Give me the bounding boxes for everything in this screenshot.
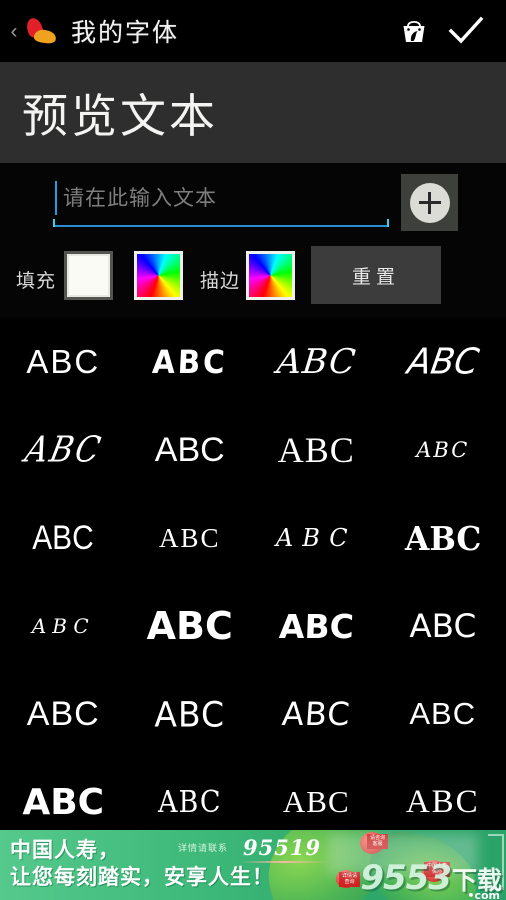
font-sample-cell[interactable]: ABC — [0, 670, 127, 758]
font-sample-text: ABC — [278, 606, 355, 646]
font-sample-cell[interactable]: ABC — [253, 406, 380, 494]
font-sample-text: ABC — [409, 607, 477, 645]
font-sample-cell[interactable]: ABC — [380, 406, 506, 494]
font-sample-text: ABC — [158, 522, 221, 553]
font-sample-text: ABC — [26, 343, 101, 380]
font-sample-cell[interactable]: ABC — [127, 758, 254, 830]
font-sample-text: ABC — [22, 781, 105, 823]
font-sample-text: ABC — [154, 430, 225, 469]
font-sample-text: ABC — [151, 343, 229, 381]
preview-text-input[interactable]: 请在此输入文本 — [53, 175, 389, 227]
shop-basket-button[interactable] — [388, 5, 440, 57]
banner-headline: 中国人寿， 让您每刻踏实，安享人生！ — [10, 837, 274, 891]
banner-contact-text: 详情请联系 — [178, 844, 229, 854]
add-text-button[interactable] — [401, 174, 458, 231]
font-sample-cell[interactable]: ABC — [127, 582, 254, 670]
font-sample-cell[interactable]: ABC — [380, 318, 506, 406]
logo-petal-orange — [33, 28, 57, 45]
font-sample-text: ABC — [282, 784, 350, 819]
font-sample-cell[interactable]: ABC — [380, 494, 506, 582]
text-caret — [55, 181, 57, 215]
back-button[interactable]: ‹ — [6, 16, 22, 46]
banner-hotline-underline — [240, 861, 328, 863]
confirm-button[interactable] — [440, 5, 492, 57]
preview-text-section-header: 预览文本 — [0, 62, 506, 163]
stroke-gradient-color-swatch[interactable] — [246, 251, 295, 300]
banner-ad[interactable]: 请咨询 客服 中国人寿 保险 详情请 查询 中国人寿， 让您每刻踏实，安享人生！… — [0, 830, 506, 900]
font-sample-text: ABC — [26, 694, 100, 733]
font-sample-cell[interactable]: ABC — [127, 494, 254, 582]
reset-button[interactable]: 重置 — [311, 246, 441, 304]
fill-gradient-color-swatch[interactable] — [134, 251, 183, 300]
font-sample-text: ABC — [146, 604, 233, 648]
app-title: 我的字体 — [71, 18, 180, 47]
font-sample-cell[interactable]: ABC — [127, 406, 254, 494]
banner-tag-3: 详情请 查询 — [338, 872, 360, 887]
font-sample-text: ABC — [404, 341, 482, 383]
font-sample-text: ABC — [32, 518, 95, 557]
shop-basket-icon — [403, 20, 425, 42]
font-sample-text: ABC — [404, 518, 481, 558]
font-sample-cell[interactable]: ABC — [380, 758, 506, 830]
font-sample-cell[interactable]: ABC — [127, 670, 254, 758]
app-logo-icon — [21, 16, 57, 46]
banner-hotline-number: 95519 — [243, 835, 322, 860]
font-sample-cell[interactable]: ABC — [253, 758, 380, 830]
preview-input-placeholder: 请在此输入文本 — [63, 186, 217, 210]
font-sample-cell[interactable]: ABC — [0, 494, 127, 582]
font-sample-cell[interactable]: ABC — [380, 670, 506, 758]
font-sample-cell[interactable]: ABC — [127, 318, 254, 406]
font-sample-text: ABC — [21, 429, 106, 471]
stroke-label: 描边 — [200, 270, 241, 292]
font-sample-grid: ABC ABC ABC ABC ABC ABC ABC ABC ABC ABC ABC ABC ABC A… — [0, 318, 506, 830]
font-sample-cell[interactable]: ABC — [253, 318, 380, 406]
font-sample-text: ABC — [275, 524, 357, 552]
font-sample-text: ABC — [31, 614, 95, 638]
font-sample-text: ABC — [277, 430, 355, 470]
fill-label: 填充 — [16, 270, 57, 292]
font-sample-text: ABC — [405, 783, 480, 820]
input-underline — [53, 219, 389, 227]
page-title: 预览文本 — [22, 88, 218, 143]
font-sample-text: ABC — [158, 784, 222, 820]
font-sample-cell[interactable]: ABC — [0, 582, 127, 670]
font-sample-text: ABC — [274, 342, 358, 382]
font-sample-text: ABC — [416, 438, 470, 462]
watermark-number: 9553 — [360, 858, 452, 898]
font-sample-text: ABC — [154, 693, 226, 735]
banner-headline-line-1: 中国人寿， — [10, 838, 120, 862]
font-sample-cell[interactable]: ABC — [0, 318, 127, 406]
font-sample-cell[interactable]: ABC — [0, 758, 127, 830]
font-sample-cell[interactable]: ABC — [253, 582, 380, 670]
font-sample-cell[interactable]: ABC — [253, 494, 380, 582]
font-sample-cell[interactable]: ABC — [253, 670, 380, 758]
font-sample-text: ABC — [409, 696, 477, 731]
reset-button-label: 重置 — [351, 265, 400, 288]
font-sample-cell[interactable]: ABC — [380, 582, 506, 670]
banner-headline-line-2: 让您每刻踏实，安享人生！ — [10, 865, 274, 889]
confirm-check-icon — [448, 16, 484, 44]
watermark-domain: •com — [467, 889, 500, 900]
font-sample-cell[interactable]: ABC — [0, 406, 127, 494]
app-bar: ‹ 我的字体 — [0, 0, 506, 62]
font-sample-text: ABC — [280, 695, 352, 733]
fill-solid-color-swatch[interactable] — [64, 251, 113, 300]
plus-icon — [409, 182, 450, 223]
